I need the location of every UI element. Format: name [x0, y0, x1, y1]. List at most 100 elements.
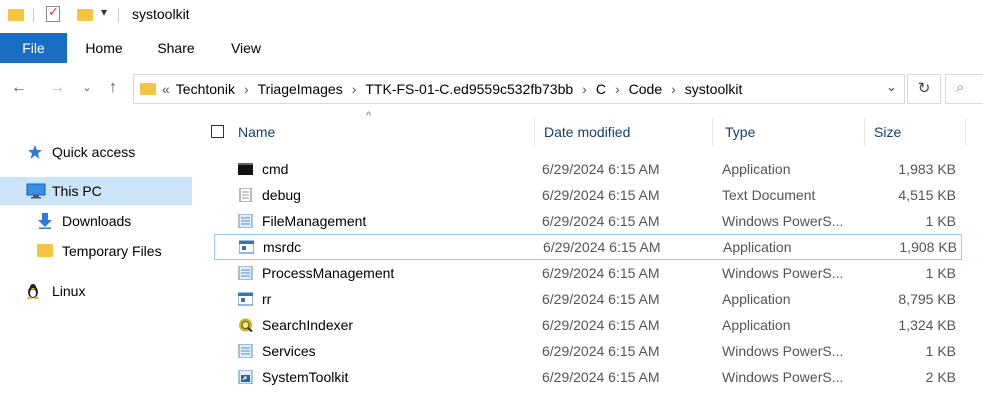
file-type: Application	[722, 161, 791, 177]
sidebar-item-label: Linux	[52, 283, 86, 299]
folder-icon	[140, 83, 156, 95]
column-header-date-modified[interactable]: Date modified	[544, 118, 704, 146]
sidebar-item-temporary-files[interactable]: Temporary Files	[0, 237, 192, 265]
tab-home[interactable]: Home	[74, 33, 134, 63]
file-date: 6/29/2024 6:15 AM	[542, 343, 660, 359]
column-header-type[interactable]: Type	[725, 118, 855, 146]
file-date: 6/29/2024 6:15 AM	[543, 239, 661, 255]
tab-file[interactable]: File	[0, 33, 67, 63]
navigation-bar: ← → ⌄ ↑ « Techtonik › TriageImages › TTK-FS-0…	[0, 68, 983, 108]
app-window-icon	[239, 240, 254, 254]
linux-penguin-icon	[27, 284, 39, 299]
file-date: 6/29/2024 6:15 AM	[542, 317, 660, 333]
toolbar-divider	[33, 8, 34, 22]
chevron-right-icon[interactable]: ›	[582, 81, 587, 97]
breadcrumb-item-c[interactable]: C	[596, 81, 606, 97]
breadcrumb-item-systoolkit[interactable]: systoolkit	[685, 81, 743, 97]
file-type: Windows PowerS...	[722, 265, 844, 281]
sidebar-item-label: Downloads	[62, 213, 132, 229]
column-divider[interactable]	[712, 118, 713, 146]
window-title: systoolkit	[132, 6, 190, 22]
file-date: 6/29/2024 6:15 AM	[542, 265, 660, 281]
up-arrow-icon[interactable]: ↑	[102, 76, 124, 100]
search-icon: ⌕	[956, 79, 965, 96]
file-date: 6/29/2024 6:15 AM	[542, 213, 660, 229]
file-size: 1 KB	[925, 265, 956, 281]
file-size: 1,908 KB	[899, 239, 957, 255]
sidebar-item-linux[interactable]: Linux	[0, 277, 192, 305]
sidebar-item-label: This PC	[52, 183, 102, 199]
sidebar-item-quick-access[interactable]: Quick access	[0, 138, 192, 166]
tab-share[interactable]: Share	[146, 33, 206, 63]
download-arrow-icon	[38, 213, 52, 229]
file-size: 1,324 KB	[898, 317, 956, 333]
file-row-processmanagement[interactable]: ProcessManagement 6/29/2024 6:15 AM Wind…	[212, 260, 962, 286]
tab-view[interactable]: View	[216, 33, 276, 63]
file-type: Windows PowerS...	[722, 213, 844, 229]
file-row-filemanagement[interactable]: FileManagement 6/29/2024 6:15 AM Windows…	[212, 208, 962, 234]
column-divider[interactable]	[534, 118, 535, 146]
toolbar-divider	[118, 8, 119, 22]
powershell-script-icon	[238, 344, 253, 358]
file-type: Text Document	[722, 187, 816, 203]
star-icon	[28, 145, 42, 159]
search-input[interactable]: ⌕	[945, 74, 983, 104]
file-row-msrdc[interactable]: msrdc 6/29/2024 6:15 AM Application 1,90…	[214, 234, 962, 260]
file-row-debug[interactable]: debug 6/29/2024 6:15 AM Text Document 4,…	[212, 182, 962, 208]
properties-icon[interactable]: ✓	[46, 4, 60, 22]
recent-locations-chevron-icon[interactable]: ⌄	[76, 76, 98, 100]
column-divider[interactable]	[864, 118, 865, 146]
breadcrumb-item-techtonik[interactable]: Techtonik	[176, 81, 235, 97]
chevron-right-icon[interactable]: ›	[671, 81, 676, 97]
file-name: SystemToolkit	[262, 369, 349, 385]
powershell-script-icon	[238, 214, 253, 228]
new-folder-icon[interactable]	[77, 9, 93, 21]
file-date: 6/29/2024 6:15 AM	[542, 369, 660, 385]
file-date: 6/29/2024 6:15 AM	[542, 187, 660, 203]
column-header-size[interactable]: Size	[874, 118, 954, 146]
file-type: Windows PowerS...	[722, 343, 844, 359]
chevron-right-icon[interactable]: ›	[352, 81, 357, 97]
sidebar-item-label: Temporary Files	[62, 243, 162, 259]
file-name: Services	[262, 343, 316, 359]
breadcrumb-overflow[interactable]: «	[162, 81, 170, 97]
breadcrumb-item-code[interactable]: Code	[629, 81, 662, 97]
address-dropdown-icon[interactable]: ⌄	[886, 79, 897, 95]
refresh-icon[interactable]: ↻	[907, 74, 941, 104]
chevron-right-icon[interactable]: ›	[244, 81, 249, 97]
address-bar[interactable]: « Techtonik › TriageImages › TTK-FS-01-C.ed95…	[133, 74, 905, 104]
breadcrumb: « Techtonik › TriageImages › TTK-FS-01-C.ed95…	[162, 81, 742, 97]
file-size: 1 KB	[925, 343, 956, 359]
sidebar-item-downloads[interactable]: Downloads	[0, 207, 192, 235]
file-name: msrdc	[263, 239, 302, 255]
file-row-services[interactable]: Services 6/29/2024 6:15 AM Windows Power…	[212, 338, 962, 364]
sidebar-item-this-pc[interactable]: This PC	[0, 177, 192, 205]
powershell-script-icon	[238, 266, 253, 280]
file-row-systemtoolkit[interactable]: SystemToolkit 6/29/2024 6:15 AM Windows …	[212, 364, 962, 390]
file-size: 1,983 KB	[898, 161, 956, 177]
customize-toolbar-chevron-icon[interactable]: ▾	[101, 5, 107, 19]
console-icon	[238, 163, 253, 175]
navigation-pane: Quick access This PC Downloads Temporary…	[0, 110, 192, 406]
file-row-rr[interactable]: rr 6/29/2024 6:15 AM Application 8,795 K…	[212, 286, 962, 312]
file-size: 8,795 KB	[898, 291, 956, 307]
column-header-name[interactable]: Name	[238, 118, 528, 146]
chevron-right-icon[interactable]: ›	[615, 81, 620, 97]
file-name: SearchIndexer	[262, 317, 354, 333]
folder-icon	[37, 244, 53, 257]
file-size: 2 KB	[925, 369, 956, 385]
back-arrow-icon[interactable]: ←	[8, 76, 30, 100]
breadcrumb-item-triageimages[interactable]: TriageImages	[258, 81, 343, 97]
file-row-cmd[interactable]: cmd 6/29/2024 6:15 AM Application 1,983 …	[212, 156, 962, 182]
file-type: Application	[723, 239, 792, 255]
text-file-icon	[239, 188, 252, 202]
file-type: Application	[722, 317, 791, 333]
forward-arrow-icon[interactable]: →	[46, 76, 68, 100]
file-row-searchindexer[interactable]: SearchIndexer 6/29/2024 6:15 AM Applicat…	[212, 312, 962, 338]
column-divider[interactable]	[965, 118, 966, 146]
file-date: 6/29/2024 6:15 AM	[542, 291, 660, 307]
breadcrumb-item-image[interactable]: TTK-FS-01-C.ed9559c532fb73bb	[365, 81, 573, 97]
select-all-checkbox[interactable]	[211, 125, 224, 138]
file-size: 1 KB	[925, 213, 956, 229]
file-type: Application	[722, 291, 791, 307]
